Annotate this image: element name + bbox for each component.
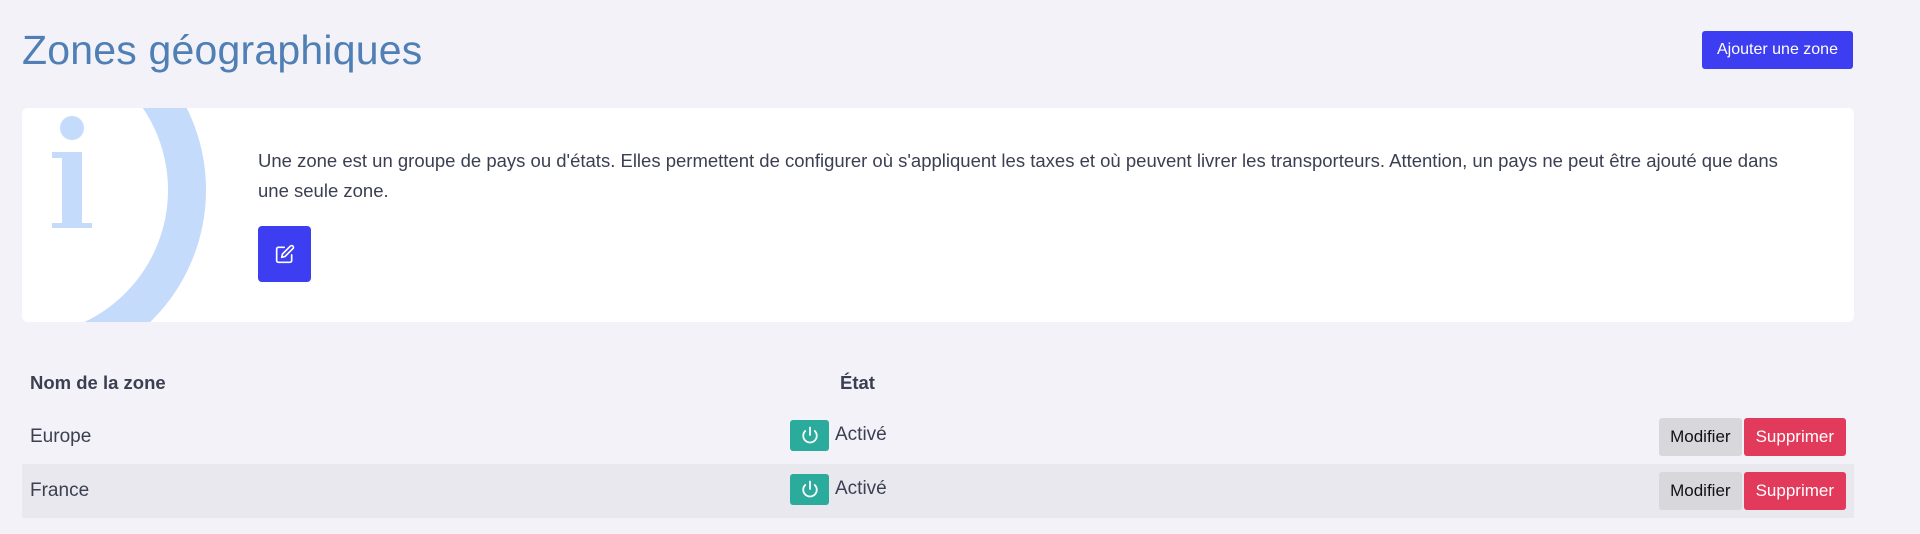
zone-actions: Modifier Supprimer (1320, 410, 1854, 464)
power-icon (801, 480, 818, 498)
table-row: France Activé Modifier Supprimer (22, 464, 1854, 518)
column-header-state: État (840, 372, 875, 393)
zones-table: Nom de la zone État Europe Activé Modifi… (22, 356, 1854, 518)
table-header-row: Nom de la zone État (22, 356, 1854, 410)
edit-button[interactable] (258, 226, 311, 282)
delete-button[interactable]: Supprimer (1743, 472, 1846, 510)
zone-state-cell: Activé (790, 464, 1320, 518)
info-text: Une zone est un groupe de pays ou d'état… (258, 150, 1778, 201)
zone-name: France (22, 464, 790, 518)
zone-state-label: Activé (835, 478, 887, 499)
zone-state-cell: Activé (790, 410, 1320, 464)
column-header-name: Nom de la zone (30, 372, 166, 393)
zone-state-label: Activé (835, 424, 887, 445)
info-icon (52, 108, 206, 322)
power-toggle-button[interactable] (790, 473, 829, 505)
modify-button[interactable]: Modifier (1659, 418, 1742, 456)
table-row: Europe Activé Modifier Supprimer (22, 410, 1854, 464)
power-toggle-button[interactable] (790, 419, 829, 451)
column-header-actions (1320, 356, 1854, 410)
delete-button[interactable]: Supprimer (1743, 418, 1846, 456)
power-icon (801, 426, 818, 444)
info-card: Une zone est un groupe de pays ou d'état… (22, 108, 1854, 322)
zone-name: Europe (30, 426, 92, 447)
page-title: Zones géographiques (22, 27, 423, 73)
add-zone-button[interactable]: Ajouter une zone (1702, 31, 1853, 69)
modify-button[interactable]: Modifier (1659, 472, 1742, 510)
zone-actions: Modifier Supprimer (1320, 464, 1854, 518)
edit-icon (275, 244, 294, 264)
